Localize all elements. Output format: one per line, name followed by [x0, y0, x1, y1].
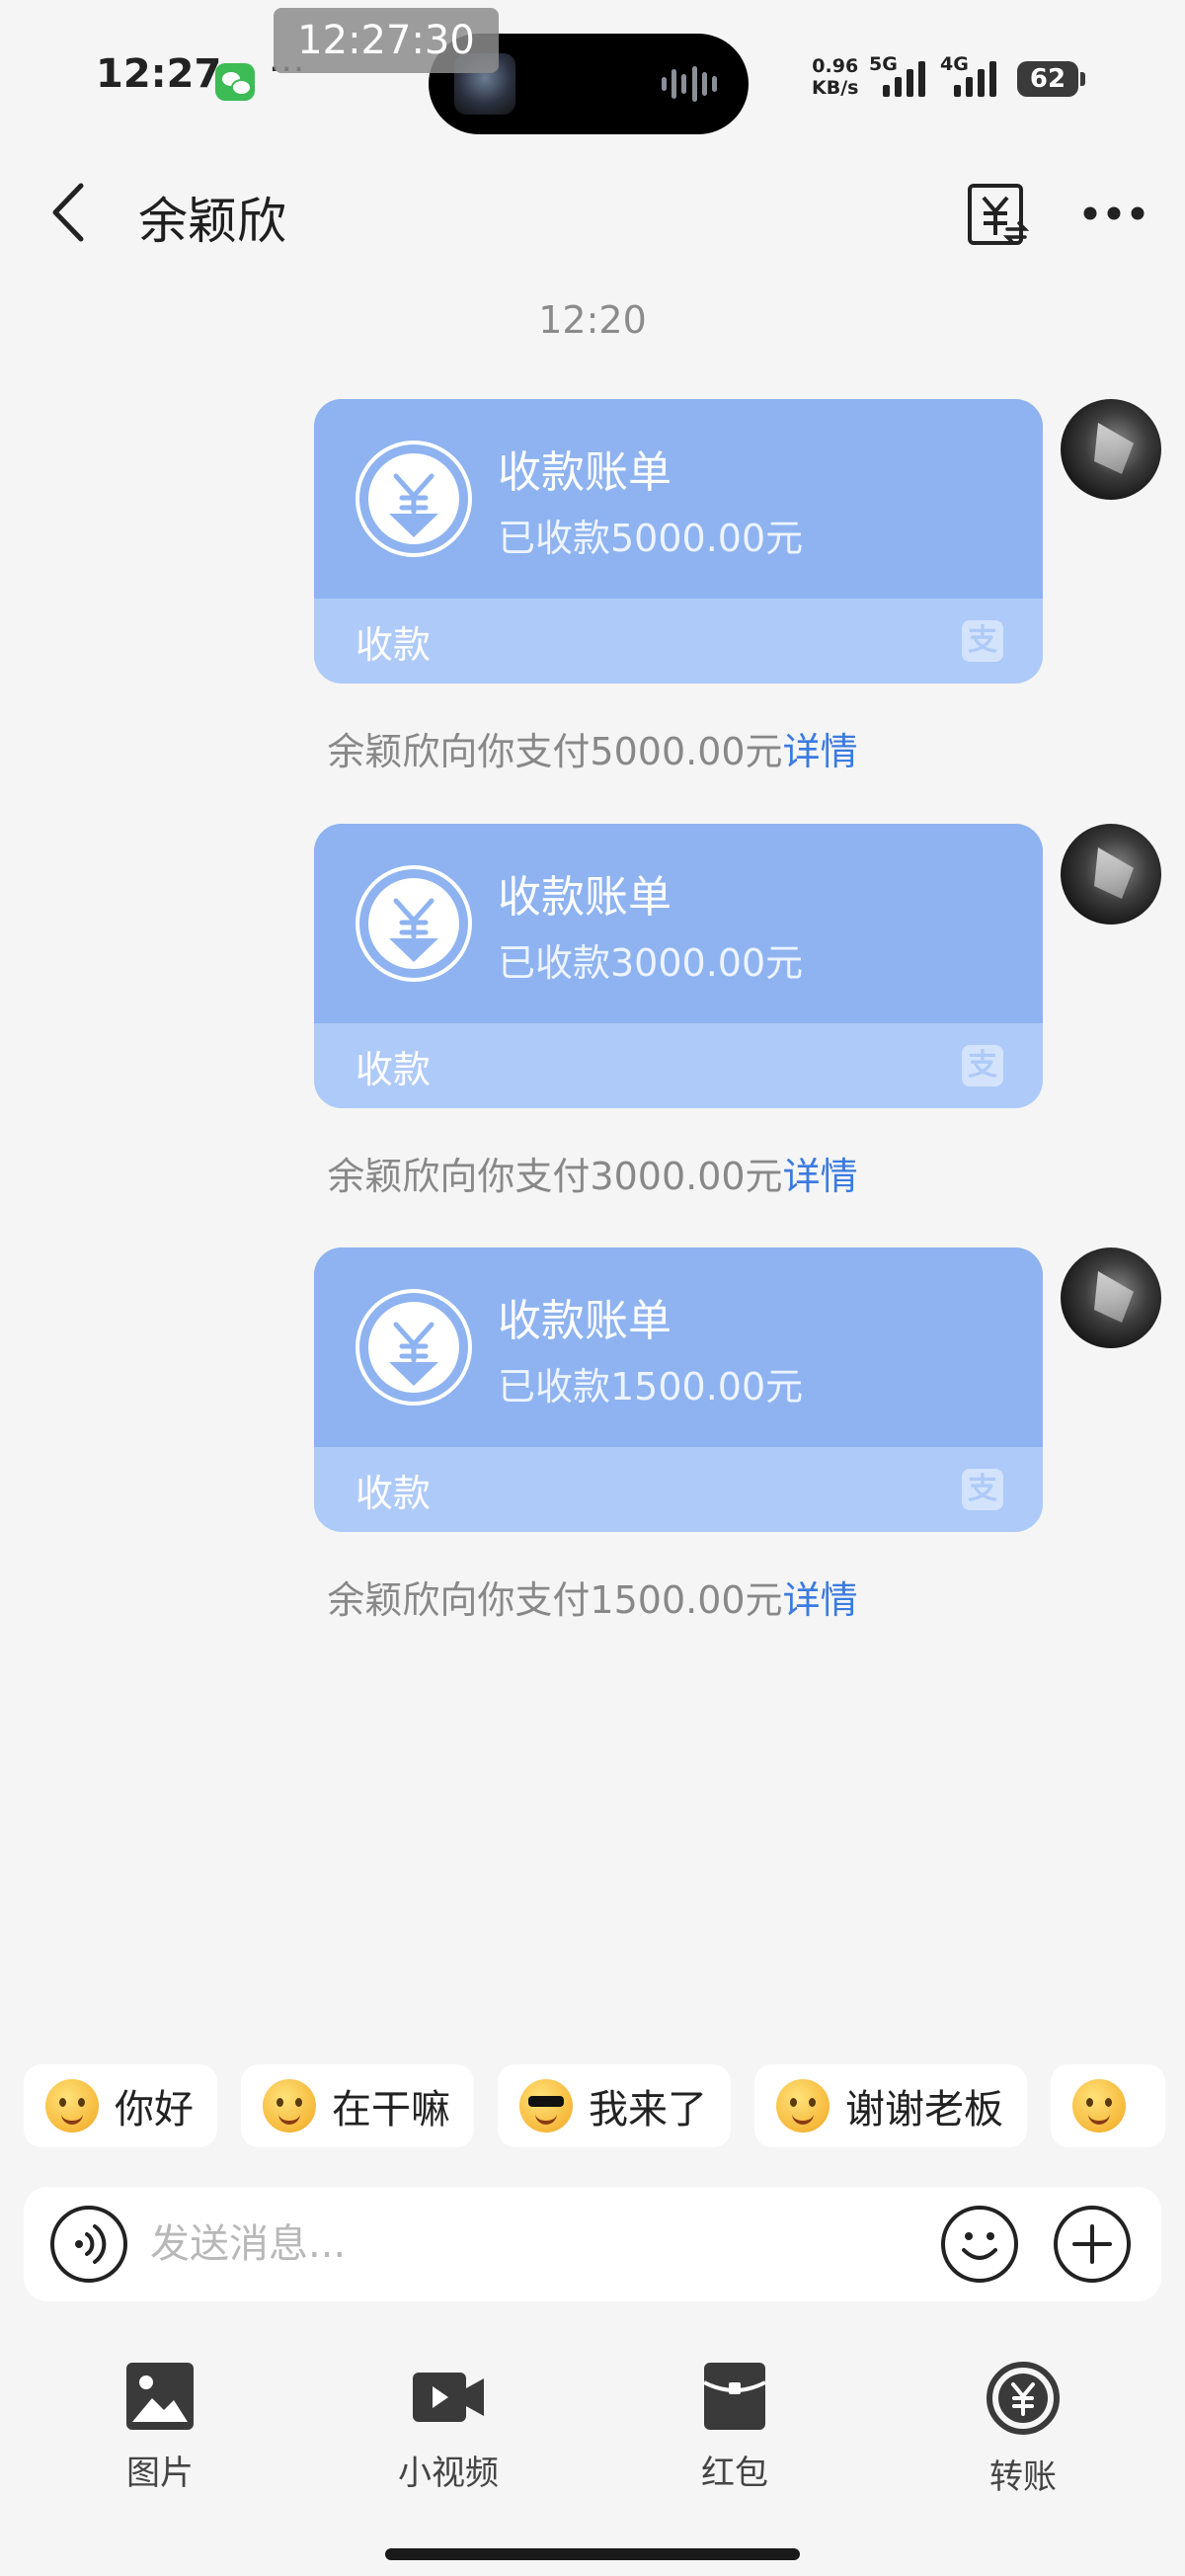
status-time: 12:27	[96, 51, 222, 97]
screenshot-timestamp: 12:27:30	[274, 8, 499, 73]
message-input-bar	[24, 2187, 1161, 2301]
thanks-emoji-icon	[776, 2079, 830, 2133]
payment-note-text: 余颖欣向你支付3000.00元	[327, 1155, 783, 1198]
toolbar-image-button[interactable]: 图片	[71, 2361, 249, 2494]
payment-note: 余颖欣向你支付5000.00元详情	[0, 721, 1185, 775]
avatar[interactable]	[1061, 399, 1161, 500]
bill-button[interactable]	[964, 180, 1031, 249]
network-speed-value: 0.96	[812, 55, 859, 77]
payment-card-title: 收款账单	[498, 872, 672, 923]
emoji-icon	[1072, 2079, 1126, 2133]
smiley-icon	[941, 2206, 1018, 2283]
quick-reply-label: 谢谢老板	[845, 2087, 1003, 2133]
payment-note-text: 余颖欣向你支付5000.00元	[327, 730, 783, 773]
quick-reply-chip[interactable]: 谢谢老板	[754, 2064, 1027, 2147]
network-speed: 0.96 KB/s	[812, 55, 858, 99]
payment-detail-link[interactable]: 详情	[783, 1578, 858, 1622]
payment-card-title: 收款账单	[498, 447, 672, 498]
toolbar-label: 转账	[989, 2457, 1057, 2497]
quick-reply-chip[interactable]	[1051, 2064, 1165, 2147]
voice-input-button[interactable]	[49, 2205, 128, 2284]
receive-yuan-icon	[356, 865, 472, 982]
payment-note: 余颖欣向你支付3000.00元详情	[0, 1146, 1185, 1200]
message-input[interactable]	[150, 2209, 920, 2280]
payment-card-header: 收款账单 已收款1500.00元	[314, 1248, 1043, 1447]
audio-waveform-icon	[662, 65, 717, 103]
image-icon	[126, 2363, 194, 2430]
payment-card[interactable]: 收款账单 已收款3000.00元 收款 支	[314, 824, 1043, 1108]
payment-amount: 已收款1500.00元	[498, 1365, 804, 1409]
signal-4g-icon	[954, 59, 996, 97]
quick-reply-label: 你好	[115, 2087, 194, 2133]
emoji-button[interactable]	[940, 2205, 1019, 2284]
wave-emoji-icon	[45, 2079, 99, 2133]
quick-reply-chip[interactable]: 你好	[24, 2064, 217, 2147]
wechat-notification-icon	[215, 63, 255, 101]
signal-5g-icon	[883, 59, 925, 97]
quick-reply-chip[interactable]: 在干嘛	[241, 2064, 474, 2147]
more-actions-button[interactable]	[1053, 2205, 1132, 2284]
alipay-icon: 支	[962, 620, 1003, 662]
quick-reply-label: 我来了	[589, 2087, 707, 2133]
quick-reply-chip[interactable]: 我来了	[498, 2064, 731, 2147]
plus-icon	[1054, 2206, 1131, 2283]
curious-emoji-icon	[263, 2079, 316, 2133]
toolbar-video-button[interactable]: 小视频	[359, 2361, 537, 2494]
back-button[interactable]	[45, 178, 95, 247]
chat-screen: 12:27 ··· 12:27:30 0.96 KB/s 5G 4G 62 余颖…	[0, 0, 1185, 2576]
message-time-divider: 12:20	[538, 298, 647, 342]
avatar[interactable]	[1061, 824, 1161, 925]
quick-reply-label: 在干嘛	[332, 2087, 450, 2133]
quick-reply-bar: 你好 在干嘛 我来了 谢谢老板	[24, 2064, 1165, 2147]
video-icon	[413, 2373, 484, 2422]
avatar[interactable]	[1061, 1248, 1161, 1348]
payment-card[interactable]: 收款账单 已收款1500.00元 收款 支	[314, 1248, 1043, 1532]
payment-card-title: 收款账单	[498, 1296, 672, 1346]
payment-card-footer-label: 收款	[356, 1472, 432, 1515]
alipay-icon: 支	[962, 1469, 1003, 1510]
toolbar-transfer-button[interactable]: 转账	[934, 2361, 1112, 2498]
payment-detail-link[interactable]: 详情	[783, 1155, 858, 1198]
red-packet-icon	[703, 2363, 766, 2430]
payment-card[interactable]: 收款账单 已收款5000.00元 收款 支	[314, 399, 1043, 684]
payment-card-header: 收款账单 已收款3000.00元	[314, 824, 1043, 1023]
payment-amount: 已收款3000.00元	[498, 941, 804, 985]
receive-yuan-icon	[356, 441, 472, 557]
more-options-button[interactable]	[1080, 194, 1147, 233]
voice-icon	[50, 2206, 127, 2283]
payment-card-footer-label: 收款	[356, 1048, 432, 1091]
alipay-icon: 支	[962, 1045, 1003, 1087]
sunglasses-emoji-icon	[519, 2079, 573, 2133]
battery-indicator: 62	[1017, 61, 1085, 97]
toolbar-label: 小视频	[398, 2454, 499, 2493]
payment-detail-link[interactable]: 详情	[783, 730, 858, 773]
toolbar-red-packet-button[interactable]: 红包	[646, 2361, 824, 2494]
receive-yuan-icon	[356, 1289, 472, 1406]
home-indicator[interactable]	[385, 2548, 800, 2560]
network-speed-unit: KB/s	[812, 77, 859, 99]
payment-note-text: 余颖欣向你支付1500.00元	[327, 1578, 783, 1622]
payment-amount: 已收款5000.00元	[498, 517, 804, 560]
transfer-icon	[987, 2362, 1060, 2435]
payment-card-footer-label: 收款	[356, 623, 432, 667]
payment-card-header: 收款账单 已收款5000.00元	[314, 399, 1043, 599]
toolbar-label: 红包	[701, 2454, 768, 2493]
more-horizontal-icon	[1083, 206, 1145, 220]
chat-title: 余颖欣	[138, 193, 286, 250]
chevron-left-icon	[52, 183, 84, 242]
toolbar-label: 图片	[126, 2454, 194, 2493]
bill-icon	[968, 184, 1030, 245]
payment-note: 余颖欣向你支付1500.00元详情	[0, 1570, 1185, 1624]
